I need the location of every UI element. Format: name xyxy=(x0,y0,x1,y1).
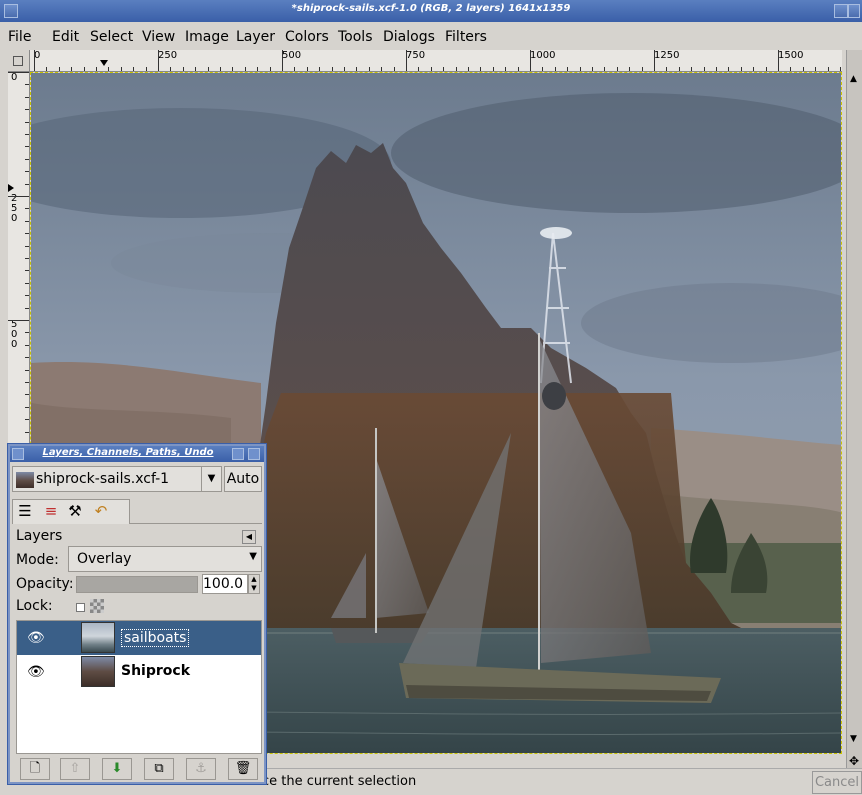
menu-colors[interactable]: Colors xyxy=(285,29,329,45)
window-title: *shiprock-sails.xcf-1.0 (RGB, 2 layers) … xyxy=(291,3,571,14)
layer-thumbnail xyxy=(81,656,115,687)
ruler-v-label: 500 xyxy=(11,319,18,350)
raise-layer-button[interactable]: ⇧ xyxy=(60,758,90,780)
ruler-tick xyxy=(8,320,29,321)
ruler-tick xyxy=(282,50,283,71)
scroll-down-arrow[interactable]: ▼ xyxy=(850,734,857,744)
mode-label: Mode: xyxy=(16,552,59,568)
horizontal-ruler[interactable]: 0 250 500 750 1000 1250 1500 xyxy=(30,50,842,72)
dialog-close-button[interactable] xyxy=(248,448,260,460)
ruler-tick xyxy=(8,72,29,73)
trash-icon: 🗑 xyxy=(234,761,252,776)
window-close-button[interactable] xyxy=(848,4,860,18)
dialog-menu-arrow-icon[interactable]: ◀ xyxy=(242,530,256,544)
menu-file[interactable]: File xyxy=(8,29,31,45)
menu-filters[interactable]: Filters xyxy=(445,29,487,45)
eye-icon[interactable]: 👁 xyxy=(27,630,45,646)
ruler-tick xyxy=(8,196,29,197)
status-bar: ce the current selection Cancel xyxy=(262,768,862,795)
opacity-input[interactable]: 100.0 xyxy=(202,574,248,594)
layer-mode-select[interactable]: Overlay ▼ xyxy=(68,546,262,572)
arrow-up-icon: ⇧ xyxy=(69,761,81,776)
opacity-slider[interactable] xyxy=(76,576,198,593)
gimp-image-window: *shiprock-sails.xcf-1.0 (RGB, 2 layers) … xyxy=(0,0,862,795)
image-selector[interactable]: shiprock-sails.xcf-1 ▼ xyxy=(12,466,222,492)
pointer-position-marker xyxy=(100,60,108,66)
menu-select[interactable]: Select xyxy=(90,29,133,45)
pointer-position-marker xyxy=(8,184,14,192)
chevron-down-icon: ▼ xyxy=(201,467,221,491)
menu-tools[interactable]: Tools xyxy=(338,29,373,45)
duplicate-icon: ⧉ xyxy=(154,761,164,776)
menu-layer[interactable]: Layer xyxy=(236,29,275,45)
menu-view[interactable]: View xyxy=(142,29,175,45)
layer-name[interactable]: Shiprock xyxy=(121,663,190,679)
channels-tab-icon[interactable]: ≡ xyxy=(40,500,62,522)
layer-row-shiprock[interactable]: 👁 Shiprock xyxy=(17,655,261,689)
layers-tab-icon: ☰ xyxy=(18,502,32,520)
ruler-h-label: 500 xyxy=(282,50,302,61)
duplicate-layer-button[interactable]: ⧉ xyxy=(144,758,174,780)
opacity-spin-button[interactable]: ▲ ▼ xyxy=(248,574,260,594)
new-document-icon: 🗋 xyxy=(29,761,41,776)
ruler-tick xyxy=(530,50,531,71)
new-layer-button[interactable]: 🗋 xyxy=(20,758,50,780)
menu-dialogs[interactable]: Dialogs xyxy=(383,29,435,45)
layer-list: 👁 sailboats 👁 Shiprock xyxy=(16,620,262,754)
menubar: File Edit Select View Image Layer Colors… xyxy=(0,22,862,48)
cancel-button[interactable]: Cancel xyxy=(812,771,862,794)
status-text: ce the current selection xyxy=(262,774,417,789)
menu-image[interactable]: Image xyxy=(185,29,229,45)
anchor-icon: ⚓ xyxy=(195,761,207,776)
chevron-down-icon: ▼ xyxy=(249,551,257,562)
lower-layer-button[interactable]: ⬇ xyxy=(102,758,132,780)
dialog-title: Layers, Channels, Paths, Undo xyxy=(42,447,214,458)
quick-mask-toggle[interactable] xyxy=(8,50,30,72)
eye-icon[interactable]: 👁 xyxy=(27,664,45,680)
ruler-v-label: 0 xyxy=(11,72,18,83)
layer-mode-value: Overlay xyxy=(77,551,132,567)
opacity-label: Opacity: xyxy=(16,576,74,592)
window-restore-button[interactable] xyxy=(834,4,848,18)
lock-label: Lock: xyxy=(16,598,53,614)
image-thumbnail xyxy=(16,472,34,488)
menu-edit[interactable]: Edit xyxy=(52,29,79,45)
scroll-up-arrow[interactable]: ▲ xyxy=(850,74,857,84)
dialog-tabs: ☰ ≡ ⚒ ↶ xyxy=(12,498,262,524)
layer-button-bar: 🗋 ⇧ ⬇ ⧉ ⚓ 🗑 xyxy=(16,758,262,782)
layer-thumbnail xyxy=(81,622,115,653)
ruler-h-label: 1000 xyxy=(530,50,556,61)
layer-row-sailboats[interactable]: 👁 sailboats xyxy=(17,621,261,655)
ruler-h-label: 1500 xyxy=(778,50,804,61)
ruler-h-label: 1250 xyxy=(654,50,680,61)
ruler-tick xyxy=(654,50,655,71)
opacity-slider-fill xyxy=(77,577,197,592)
ruler-h-label: 250 xyxy=(158,50,178,61)
ruler-tick xyxy=(34,50,35,71)
auto-button[interactable]: Auto xyxy=(224,466,262,492)
window-titlebar[interactable]: *shiprock-sails.xcf-1.0 (RGB, 2 layers) … xyxy=(0,0,862,22)
dialog-titlebar[interactable]: Layers, Channels, Paths, Undo xyxy=(10,446,264,462)
ruler-tick xyxy=(406,50,407,71)
ruler-h-label: 750 xyxy=(406,50,426,61)
vertical-scrollbar[interactable]: ▲ ▼ xyxy=(846,50,862,768)
delete-layer-button[interactable]: 🗑 xyxy=(228,758,258,780)
layer-name[interactable]: sailboats xyxy=(121,629,190,647)
ruler-tick xyxy=(778,50,779,71)
lock-alpha-checkbox[interactable] xyxy=(76,603,85,612)
undo-tab-icon[interactable]: ↶ xyxy=(90,500,112,522)
layers-section-label: Layers xyxy=(16,528,63,544)
ruler-tick xyxy=(158,50,159,71)
image-name: shiprock-sails.xcf-1 xyxy=(36,471,170,487)
paths-tab-icon[interactable]: ⚒ xyxy=(64,500,86,522)
arrow-down-icon: ⬇ xyxy=(111,761,123,776)
dialog-shade-button[interactable] xyxy=(232,448,244,460)
layers-dialog: Layers, Channels, Paths, Undo shiprock-s… xyxy=(8,444,266,784)
checkerboard-icon xyxy=(90,599,104,613)
anchor-layer-button[interactable]: ⚓ xyxy=(186,758,216,780)
quick-mask-icon xyxy=(13,56,23,66)
ruler-v-label: 250 xyxy=(11,193,18,224)
